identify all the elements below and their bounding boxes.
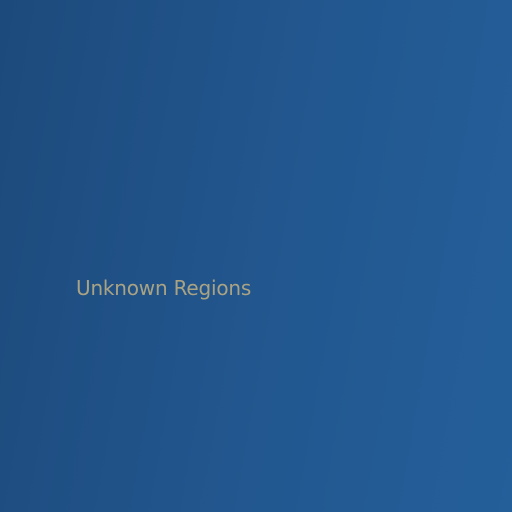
- map-canvas[interactable]: Unknown Regions: [0, 0, 512, 512]
- unknown-regions-label: Unknown Regions: [76, 276, 252, 300]
